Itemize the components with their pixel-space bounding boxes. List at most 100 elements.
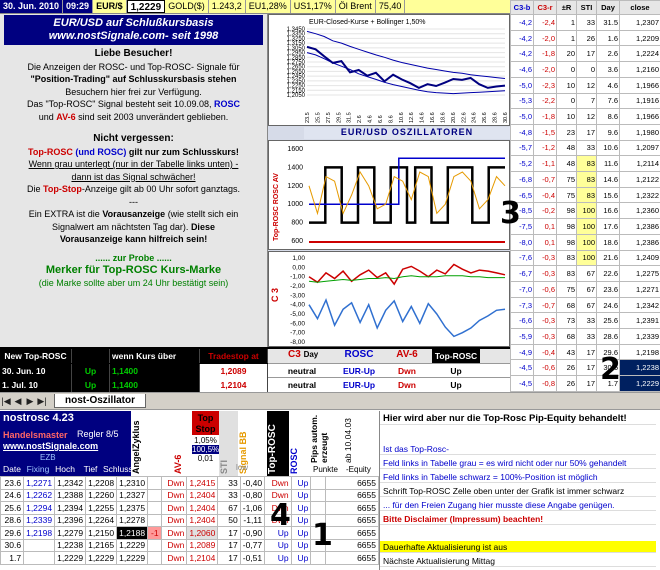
history-row: -7,6 -0,3 83 100 21.6 1,2409 bbox=[510, 249, 660, 267]
regler-label: Regler 8/5 bbox=[77, 429, 119, 439]
close-cell: 1,2097 bbox=[619, 139, 660, 157]
trade-fix-cell: 1,2262 bbox=[23, 488, 56, 502]
trade-eq-cell: 6655 bbox=[324, 488, 380, 502]
history-row: -6,8 -0,7 75 83 14.6 1,2122 bbox=[510, 171, 660, 188]
c3r-cell: -0,4 bbox=[533, 343, 557, 361]
r-cell: 20 bbox=[556, 45, 577, 63]
tick-label: 31.5 bbox=[347, 112, 353, 123]
info-panel: EUR/USD auf Schlußkursbasis www.nostSign… bbox=[0, 14, 268, 347]
r-cell: 83 bbox=[556, 265, 577, 282]
tradestop-header: Tradestop at bbox=[200, 349, 268, 363]
tick-label: 12.6 bbox=[409, 112, 415, 123]
info-p3a: Top-ROSC (und ROSC) gilt nur zum Schluss… bbox=[0, 146, 267, 159]
trade-top-cell: Up bbox=[264, 538, 292, 552]
info-p4-die: Die bbox=[27, 184, 41, 194]
rosc-axis-label: Top-ROSC ROSC AV bbox=[273, 173, 280, 241]
c3b-cell: -4,9 bbox=[510, 343, 534, 361]
history-row: -5,9 -0,3 68 33 28.6 1,2339 bbox=[510, 328, 660, 345]
trade-tief-cell: 1,2264 bbox=[85, 513, 118, 527]
r-cell: 26 bbox=[556, 375, 577, 392]
marker-title[interactable]: Merker für Top-ROSC Kurs-Marke bbox=[0, 264, 267, 277]
info-p5b-text: Signalwert am nächtsten Tag dar). bbox=[52, 221, 189, 232]
last-sheet-button[interactable]: ▶| bbox=[36, 396, 48, 407]
update-status: Dauerhafte Aktualisierung ist aus bbox=[380, 541, 656, 553]
site-link[interactable]: www.nostSignale.com bbox=[3, 441, 98, 451]
top-stop-title: Top Stop bbox=[192, 411, 219, 435]
day-cell: 23.6 bbox=[596, 280, 620, 298]
prev-sheet-button[interactable]: ◀ bbox=[12, 396, 24, 407]
rosc-chart: Top-ROSC ROSC AV 1600 1400 1200 1000 800 600 bbox=[268, 140, 510, 250]
r-cell: 48 bbox=[556, 155, 577, 173]
tick-label: 22.6 bbox=[461, 112, 467, 123]
info-p5b: Signalwert am nächtsten Tag dar). Diese bbox=[0, 221, 267, 234]
close-cell: 1,2198 bbox=[619, 343, 660, 361]
trade-tief-cell: 1,2165 bbox=[85, 538, 118, 552]
toprosc-status-1: Up bbox=[450, 366, 462, 376]
rosc-status-1: EUR-Up bbox=[342, 366, 376, 376]
r-cell: 75 bbox=[556, 171, 577, 188]
trade-av-cell: Dwn bbox=[160, 476, 188, 490]
next-sheet-button[interactable]: ▶ bbox=[24, 396, 36, 407]
und-rosc-word: (und ROSC) bbox=[75, 146, 127, 157]
trade-close-cell: 1,2278 bbox=[116, 513, 149, 527]
tick-label: -5,00 bbox=[290, 311, 305, 318]
trade-tief-cell: 1,2229 bbox=[85, 551, 118, 565]
c3r-cell: -0,2 bbox=[533, 202, 557, 220]
sti-cell: 12 bbox=[576, 76, 597, 94]
trade-bb-cell: -1,06 bbox=[239, 501, 266, 515]
trade-tief-cell: 1,2150 bbox=[85, 526, 118, 540]
toprosc-col-label: Top-ROSC bbox=[432, 349, 480, 363]
banner-url[interactable]: www.nostSignale.com- seit 1998 bbox=[4, 30, 263, 43]
top-stop-value: 0,01 bbox=[197, 454, 214, 463]
close-cell: 1,2386 bbox=[619, 233, 660, 251]
banner-title: EUR/USD auf Schlußkursbasis bbox=[53, 17, 214, 29]
c3b-cell: -8,0 bbox=[510, 233, 534, 251]
tick-label: 23.5 bbox=[305, 112, 311, 123]
trade-sti-cell: 33 bbox=[217, 476, 241, 490]
day-cell: 31.5 bbox=[596, 14, 620, 31]
trade-eq-cell: 6655 bbox=[324, 551, 380, 565]
trade-stop-cell: 1,2404 bbox=[186, 488, 219, 502]
trade-mark-cell bbox=[147, 501, 162, 515]
c3b-cell: -6,6 bbox=[510, 312, 534, 330]
trade-hoch-cell: 1,2279 bbox=[54, 526, 87, 540]
tick-label: 1600 bbox=[287, 146, 303, 153]
tick-label: 1,00 bbox=[292, 255, 305, 262]
tick-label: -4,00 bbox=[290, 302, 305, 309]
day-cell: 1.6 bbox=[596, 29, 620, 47]
col-close: close bbox=[619, 0, 660, 15]
trade-rosc-cell: Up bbox=[290, 501, 312, 515]
trade-av-cell: Dwn bbox=[160, 513, 188, 527]
disclaimer-link[interactable]: Bitte Disclaimer (Impressum) beachten! bbox=[380, 513, 656, 525]
close-cell: 1,2386 bbox=[619, 218, 660, 235]
day-cell: 7.6 bbox=[596, 92, 620, 110]
close-cell: 1,2322 bbox=[619, 186, 660, 204]
history-row: -5,3 -2,2 0 7 7.6 1,1916 bbox=[510, 92, 660, 110]
tab-nost-oszillator[interactable]: nost-Oszillator bbox=[54, 394, 147, 408]
c3b-cell: -5,7 bbox=[510, 139, 534, 157]
av6-word: AV-6 bbox=[56, 111, 76, 122]
r-cell: 0 bbox=[556, 92, 577, 110]
close-cell: 1,1980 bbox=[619, 123, 660, 141]
tick-label: 18.6 bbox=[440, 112, 446, 123]
c3r-cell: 0,1 bbox=[533, 218, 557, 235]
info-p2a: Das "Top-ROSC" Signal besteht seit 10.09… bbox=[0, 98, 267, 111]
r-cell: 26 bbox=[556, 359, 577, 377]
history-table: C3-b C3-r ±R STI Day close -4,2 -2,4 1 33 31… bbox=[510, 0, 660, 392]
trade-date-cell: 30.6 bbox=[0, 538, 25, 552]
col-tief: Tief bbox=[83, 464, 98, 474]
note-line-5: ... für den Freien Zugang hier musste di… bbox=[380, 499, 656, 511]
trade-stop-cell: 1,2415 bbox=[186, 476, 219, 490]
sti-cell: 33 bbox=[576, 312, 597, 330]
history-row: -4,2 -2,0 1 26 1.6 1,2209 bbox=[510, 29, 660, 47]
signal-date: 1. Jul. 10 bbox=[0, 378, 72, 392]
first-sheet-button[interactable]: |◀ bbox=[0, 396, 12, 407]
trade-eq-cell: 6655 bbox=[324, 538, 380, 552]
sti-cell: 12 bbox=[576, 108, 597, 125]
history-row: -4,6 -2,0 0 0 3.6 1,2160 bbox=[510, 61, 660, 78]
col-c3b: C3-b bbox=[510, 0, 534, 15]
info-banner[interactable]: EUR/USD auf Schlußkursbasis www.nostSign… bbox=[4, 15, 263, 45]
col-schluss: Schluss bbox=[103, 464, 133, 474]
col-fixing: Fixing bbox=[26, 464, 50, 474]
c3b-cell: -4,6 bbox=[510, 61, 534, 78]
